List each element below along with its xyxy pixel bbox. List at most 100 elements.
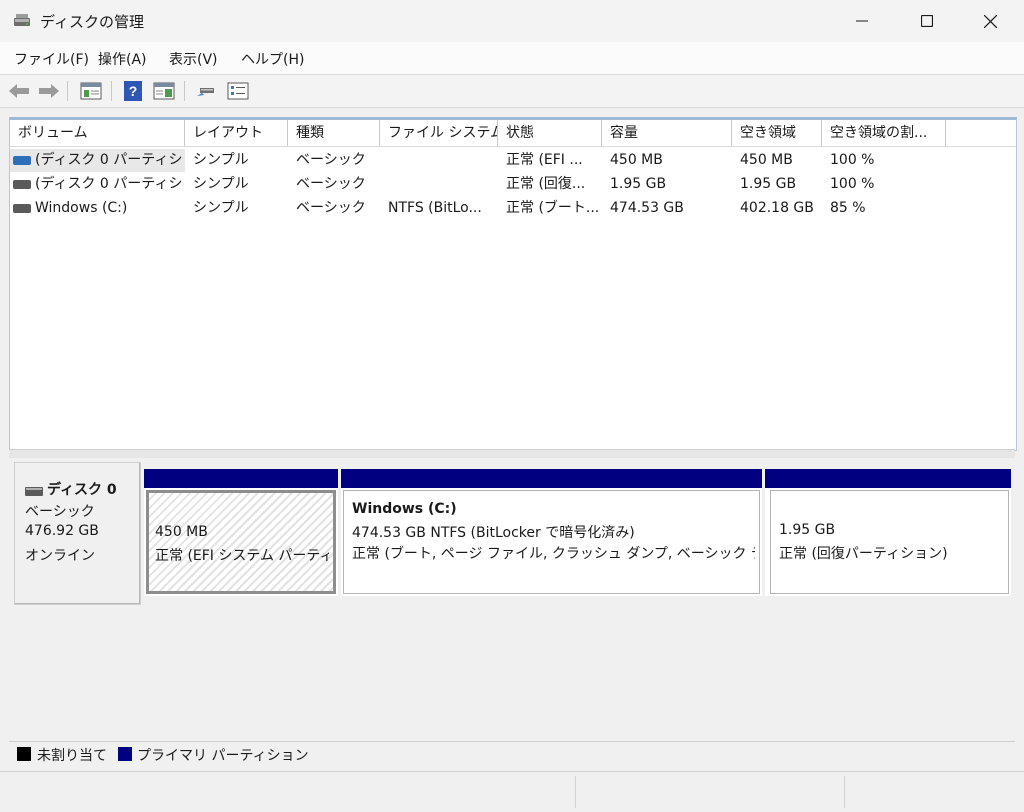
partition-status: 正常 (回復パーティション) — [779, 546, 948, 562]
column-layout[interactable]: レイアウト — [185, 120, 288, 146]
toolbar-separator — [184, 81, 185, 101]
partition-status: 正常 (EFI システム パーティション) — [155, 548, 329, 564]
window-title: ディスクの管理 — [40, 13, 144, 31]
partition-size: 1.95 GB — [779, 522, 836, 538]
volume-list-icon — [80, 82, 102, 100]
volume-name-cell[interactable]: (ディスク 0 パーティショ... — [10, 173, 185, 196]
partition-body: Windows (C:) 474.53 GB NTFS (BitLocker で… — [343, 490, 760, 594]
capacity-cell: 450 MB — [610, 152, 663, 168]
close-icon — [983, 14, 997, 28]
disk-size: 476.92 GB — [25, 523, 99, 539]
primary-partition-bar — [765, 469, 1011, 488]
connect-icon — [197, 88, 214, 96]
maximize-icon — [921, 15, 933, 27]
filesystem-cell: NTFS (BitLo... — [388, 200, 482, 216]
status-segment — [0, 776, 576, 808]
help-icon: ? — [124, 81, 142, 101]
menu-help[interactable]: ヘルプ(H) — [241, 49, 304, 69]
disk-info[interactable]: ディスク 0 ベーシック 476.92 GB オンライン — [14, 462, 141, 605]
forward-button[interactable] — [37, 79, 61, 103]
primary-partition-bar — [144, 469, 338, 488]
partition-body: 1.95 GB 正常 (回復パーティション) — [770, 490, 1009, 594]
disk-map: ディスク 0 ベーシック 476.92 GB オンライン 450 MB 正常 (… — [9, 458, 1015, 738]
layout-cell: シンプル — [193, 152, 249, 168]
status-segment — [576, 776, 845, 808]
volume-name-cell[interactable]: Windows (C:) — [10, 197, 185, 220]
free-percent-cell: 85 % — [830, 200, 866, 216]
column-status[interactable]: 状態 — [498, 120, 602, 146]
legend-primary: プライマリ パーティション — [137, 748, 309, 764]
close-button[interactable] — [967, 0, 1013, 42]
partition-name: Windows (C:) — [352, 501, 457, 517]
unallocated-swatch — [17, 747, 31, 761]
volume-row[interactable]: (ディスク 0 パーティショ... シンプル ベーシック 正常 (EFI ...… — [10, 149, 1016, 172]
free-space-cell: 1.95 GB — [740, 176, 797, 192]
maximize-button[interactable] — [904, 0, 950, 42]
layout-cell: シンプル — [193, 176, 249, 192]
menu-action[interactable]: 操作(A) — [98, 49, 147, 69]
column-filesystem[interactable]: ファイル システム — [380, 120, 498, 146]
status-segment — [845, 776, 1023, 808]
toolbar-separator — [67, 81, 68, 101]
toolbar: ? — [0, 75, 1024, 108]
forward-icon — [39, 84, 59, 98]
volume-icon — [13, 179, 31, 189]
connect-button[interactable] — [194, 79, 218, 103]
filesystem-cell — [380, 173, 498, 196]
filesystem-cell — [380, 149, 498, 172]
primary-partition-swatch — [118, 747, 132, 761]
menu-bar: ファイル(F) 操作(A) 表示(V) ヘルプ(H) — [0, 42, 1024, 75]
volume-name: Windows (C:) — [35, 200, 128, 216]
free-space-cell: 450 MB — [740, 152, 793, 168]
volume-name-cell[interactable]: (ディスク 0 パーティショ... — [10, 149, 185, 172]
volume-row[interactable]: Windows (C:) シンプル ベーシック NTFS (BitLo... 正… — [10, 197, 1016, 220]
volume-name: (ディスク 0 パーティショ... — [35, 176, 185, 192]
status-cell: 正常 (EFI ... — [506, 152, 583, 168]
partition-size: 474.53 GB NTFS (BitLocker で暗号化済み) — [352, 525, 635, 541]
disk-management-icon — [12, 12, 32, 30]
volume-list-button[interactable] — [79, 79, 103, 103]
column-capacity[interactable]: 容量 — [602, 120, 732, 146]
minimize-icon — [856, 20, 868, 22]
column-free-space[interactable]: 空き領域 — [732, 120, 822, 146]
title-bar: ディスクの管理 — [0, 0, 1024, 42]
disk-icon — [25, 484, 43, 500]
settings-button[interactable] — [226, 79, 250, 103]
volume-icon — [13, 203, 31, 213]
minimize-button[interactable] — [839, 0, 885, 42]
legend: 未割り当て プライマリ パーティション — [9, 741, 1015, 768]
capacity-cell: 1.95 GB — [610, 176, 667, 192]
volume-name: (ディスク 0 パーティショ... — [35, 152, 185, 168]
toolbar-separator — [111, 81, 112, 101]
disk-name: ディスク 0 — [47, 482, 117, 498]
partition-recovery[interactable]: 1.95 GB 正常 (回復パーティション) — [765, 469, 1011, 596]
free-percent-cell: 100 % — [830, 176, 875, 192]
volume-icon — [13, 155, 31, 165]
status-bar — [0, 771, 1024, 812]
volume-row[interactable]: (ディスク 0 パーティショ... シンプル ベーシック 正常 (回復... 1… — [10, 173, 1016, 196]
disk-status: オンライン — [25, 548, 95, 564]
column-free-percent[interactable]: 空き領域の割... — [822, 120, 946, 146]
menu-view[interactable]: 表示(V) — [169, 49, 218, 69]
layout-cell: シンプル — [193, 200, 249, 216]
type-cell: ベーシック — [296, 176, 366, 192]
free-space-cell: 402.18 GB — [740, 200, 814, 216]
menu-file[interactable]: ファイル(F) — [14, 49, 89, 69]
properties-icon — [153, 82, 175, 100]
partition-windows-c[interactable]: Windows (C:) 474.53 GB NTFS (BitLocker で… — [341, 469, 762, 596]
properties-button[interactable] — [152, 79, 176, 103]
capacity-cell: 474.53 GB — [610, 200, 684, 216]
primary-partition-bar — [341, 469, 762, 488]
back-icon — [9, 84, 29, 98]
partition-efi[interactable]: 450 MB 正常 (EFI システム パーティション) — [144, 469, 338, 596]
type-cell: ベーシック — [296, 152, 366, 168]
column-type[interactable]: 種類 — [288, 120, 380, 146]
column-volume[interactable]: ボリューム — [10, 120, 185, 146]
free-percent-cell: 100 % — [830, 152, 875, 168]
partition-status: 正常 (ブート, ページ ファイル, クラッシュ ダンプ, ベーシック データ … — [352, 546, 755, 562]
help-button[interactable]: ? — [121, 79, 145, 103]
back-button[interactable] — [7, 79, 31, 103]
status-cell: 正常 (ブート... — [506, 200, 600, 216]
partition-size: 450 MB — [155, 524, 208, 540]
legend-unallocated: 未割り当て — [37, 748, 107, 764]
